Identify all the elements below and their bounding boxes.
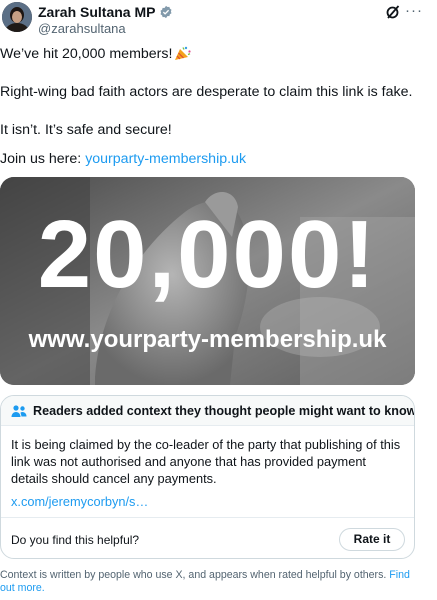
community-note-title: Readers added context they thought peopl… <box>33 404 415 418</box>
community-note-footer: Context is written by people who use X, … <box>0 569 410 594</box>
image-url-text: www.yourparty-membership.uk <box>28 326 387 353</box>
author-handle[interactable]: @zarahsultana <box>38 21 126 36</box>
divider <box>1 517 414 518</box>
grok-icon[interactable] <box>385 4 401 20</box>
community-note-body: It is being claimed by the co-leader of … <box>11 437 401 486</box>
more-icon[interactable]: ··· <box>405 2 427 20</box>
membership-link[interactable]: yourparty-membership.uk <box>85 151 246 167</box>
helpful-question: Do you find this helpful? <box>11 533 140 547</box>
community-note-header: Readers added context they thought peopl… <box>1 396 414 426</box>
image-headline: 20,000! <box>37 201 378 308</box>
post-line-4: Join us here: yourparty-membership.uk <box>0 151 247 167</box>
community-note-source-link[interactable]: x.com/jeremycorbyn/s… <box>11 494 148 509</box>
post-line-3: It isn’t. It’s safe and secure! <box>0 122 172 138</box>
people-icon <box>11 405 27 417</box>
party-popper-icon <box>175 46 192 60</box>
avatar[interactable] <box>2 2 32 32</box>
rate-it-button[interactable]: Rate it <box>339 528 405 551</box>
post-image[interactable]: 20,000! www.yourparty-membership.uk <box>0 177 415 385</box>
verified-badge-icon <box>160 5 172 19</box>
post-line-2: Right-wing bad faith actors are desperat… <box>0 84 413 100</box>
post-line-1: We’ve hit 20,000 members! <box>0 45 192 63</box>
author-display-name[interactable]: Zarah Sultana MP <box>38 4 155 20</box>
community-note: Readers added context they thought peopl… <box>0 395 415 559</box>
post-header: Zarah Sultana MP @zarahsultana ··· <box>0 0 437 38</box>
